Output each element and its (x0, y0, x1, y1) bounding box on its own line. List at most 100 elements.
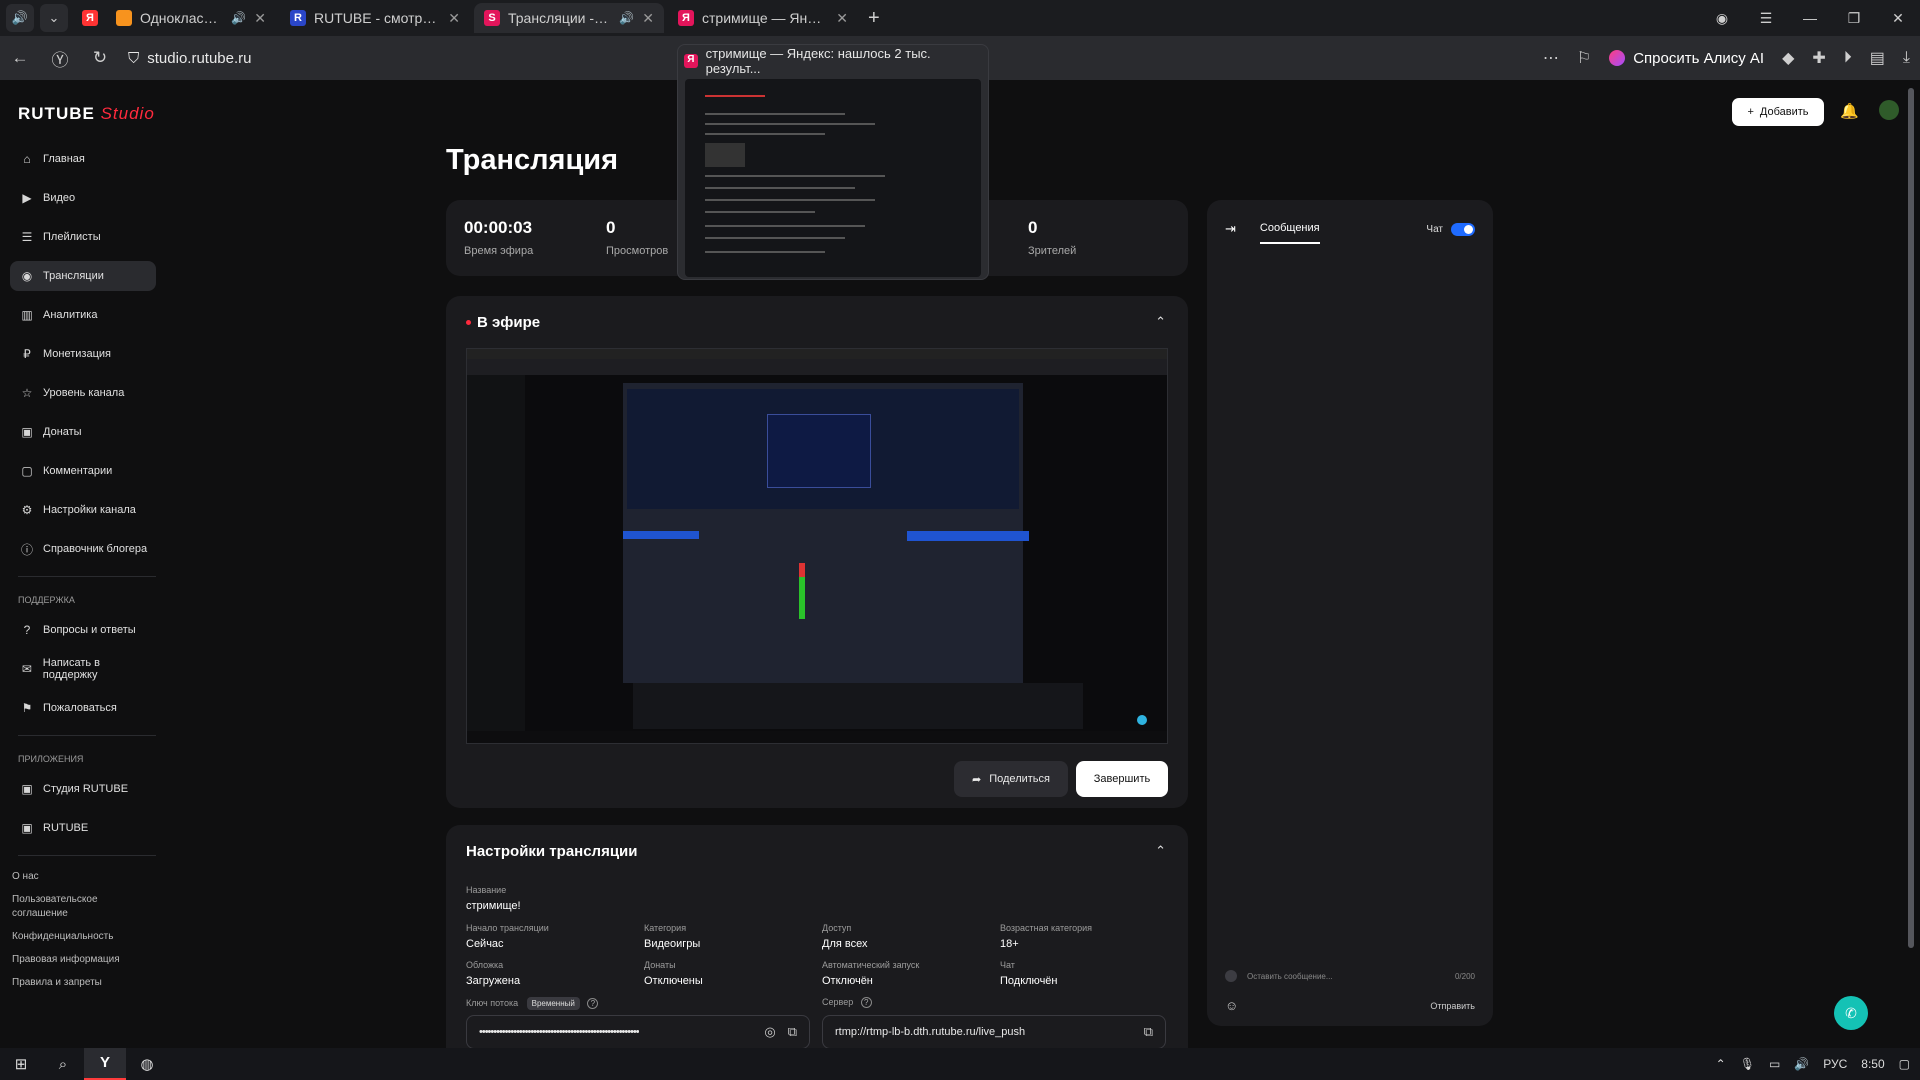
media-icon[interactable]: ⏵ (1844, 49, 1852, 67)
collapse-live-icon[interactable]: ⌃ (1155, 314, 1166, 330)
sidebar-item[interactable]: ⓘ Справочник блогера (10, 534, 156, 564)
support-chat-button[interactable]: ✆ (1834, 996, 1868, 1030)
new-tab-button[interactable]: + (868, 7, 880, 30)
field-label: Чат (1000, 960, 1015, 970)
tray-chevron-icon[interactable]: ⌃ (1716, 1057, 1726, 1071)
download-icon[interactable]: ⤓ (1903, 49, 1910, 67)
more-icon[interactable]: ⋯ (1543, 48, 1559, 68)
search-icon[interactable]: ⌕ (42, 1056, 84, 1073)
bookmark-icon[interactable]: ⚐ (1577, 48, 1591, 68)
add-button[interactable]: + Добавить (1732, 98, 1824, 126)
minimize-icon[interactable]: — (1788, 10, 1832, 26)
browser-menu-icon[interactable]: ☰ (1744, 10, 1788, 27)
sidebar-item[interactable]: ▣ Донаты (10, 417, 156, 447)
stream-key-field[interactable]: ••••••••••••••••••••••••••••••••••••••••… (466, 1015, 810, 1049)
question-icon: ? (23, 623, 31, 637)
browser-tab[interactable]: Одноклассники 🔊 ✕ (106, 3, 276, 33)
tab-sound-icon[interactable]: 🔊 (619, 11, 634, 25)
sidebar-item[interactable]: ◉ Трансляции (10, 261, 156, 291)
collections-icon[interactable]: ▤ (1870, 48, 1885, 68)
rutube-studio-logo[interactable]: RUTUBE Studio (18, 104, 155, 124)
sidebar-item[interactable]: ▥ Аналитика (10, 300, 156, 330)
chat-message-input[interactable]: Оставить сообщение... 0/200 (1225, 970, 1475, 982)
yandex-icon[interactable]: Ⓨ (40, 46, 80, 71)
end-stream-button[interactable]: Завершить (1076, 761, 1168, 797)
support-item[interactable]: ? Вопросы и ответы (10, 615, 156, 645)
field-donates: Донаты Отключены (644, 960, 703, 987)
close-tab-icon[interactable]: ✕ (254, 10, 266, 27)
footer-link[interactable]: Правовая информация (12, 953, 156, 967)
url-field[interactable]: ⛉ studio.rutube.ru (128, 50, 252, 67)
tab-audio-icon[interactable]: 🔊 (6, 4, 34, 32)
clock[interactable]: 8:50 (1861, 1057, 1884, 1071)
bell-icon[interactable]: 🔔 (1840, 102, 1859, 120)
browser-tab[interactable]: Ястримище — Яндекс: ✕ (668, 3, 858, 33)
volume-icon[interactable]: 🔊 (1794, 1057, 1809, 1071)
support-item[interactable]: ⚑ Пожаловаться (10, 693, 156, 723)
chat-toggle[interactable]: Чат (1426, 222, 1475, 236)
start-icon[interactable]: ⊞ (0, 1055, 42, 1073)
copy-icon[interactable]: ⧉ (788, 1024, 797, 1040)
emoji-icon[interactable]: ☺ (1225, 998, 1238, 1013)
apps-item-label: RUTUBE (43, 822, 89, 834)
send-button[interactable]: Отправить (1430, 1001, 1475, 1011)
notifications-icon[interactable]: ▢ (1899, 1057, 1910, 1071)
yandex-favicon-icon: Я (684, 54, 698, 68)
sidebar-item[interactable]: ☆ Уровень канала (10, 378, 156, 408)
sidebar-item-label: Справочник блогера (43, 543, 148, 555)
copy-icon[interactable]: ⧉ (1144, 1024, 1153, 1040)
close-tab-icon[interactable]: ✕ (836, 10, 848, 27)
footer-link[interactable]: О нас (12, 870, 156, 884)
puzzle-icon[interactable]: ✚ (1812, 48, 1825, 68)
stream-settings-card: Настройки трансляции ⌃ Название стримище… (446, 825, 1188, 1065)
collapse-settings-icon[interactable]: ⌃ (1155, 843, 1166, 859)
microphone-icon[interactable]: 🎙 (1740, 1057, 1755, 1071)
support-item[interactable]: ✉ Написать в поддержку (10, 654, 156, 684)
sidebar-item[interactable]: ⚙ Настройки канала (10, 495, 156, 525)
stream-preview[interactable] (466, 348, 1168, 744)
browser-tab[interactable]: R RUTUBE - смотрите виде ✕ (280, 3, 470, 33)
browser-tab[interactable]: Я (72, 3, 102, 33)
apps-item[interactable]: ▣ RUTUBE (10, 813, 156, 843)
footer-link[interactable]: Правила и запреты (12, 976, 156, 990)
chat-switch[interactable] (1451, 222, 1475, 236)
obs-icon[interactable]: ◍ (126, 1055, 168, 1073)
footer-link[interactable]: Конфиденциальность (12, 930, 156, 944)
sidebar-item[interactable]: ▢ Комментарии (10, 456, 156, 486)
close-tab-icon[interactable]: ✕ (448, 10, 460, 27)
eye-icon[interactable]: ◎ (764, 1024, 775, 1040)
live-title: В эфире (477, 314, 541, 331)
help-icon[interactable]: ? (860, 997, 872, 1008)
share-button[interactable]: ➦ Поделиться (954, 761, 1068, 797)
close-tab-icon[interactable]: ✕ (642, 10, 654, 27)
sidebar-item[interactable]: ☰ Плейлисты (10, 222, 156, 252)
apps-item[interactable]: ▣ Студия RUTUBE (10, 774, 156, 804)
page-scrollbar[interactable] (1908, 88, 1914, 948)
avatar[interactable] (1879, 100, 1899, 120)
help-icon[interactable]: ? (587, 998, 599, 1009)
tab-messages[interactable]: Сообщения (1259, 222, 1320, 244)
tab-title: Трансляции - Студ (508, 10, 611, 26)
reload-icon[interactable]: ↻ (80, 48, 120, 68)
scrollbar-thumb[interactable] (1908, 88, 1914, 948)
sidebar-item[interactable]: ₽ Монетизация (10, 339, 156, 369)
sidebar-item[interactable]: ▶ Видео (10, 183, 156, 213)
field-value: Загружена (466, 975, 521, 987)
tabs-menu-icon[interactable]: ⌄ (40, 4, 68, 32)
yandex-browser-icon[interactable]: Y (84, 1048, 126, 1080)
back-icon[interactable]: ← (0, 48, 40, 68)
profile-icon[interactable]: ◉ (1700, 10, 1744, 27)
video-player-controls[interactable] (467, 731, 1167, 743)
sidebar-item[interactable]: ⌂ Главная (10, 144, 156, 174)
footer-link[interactable]: Пользовательское соглашение (12, 893, 156, 921)
server-field[interactable]: rtmp://rtmp-lb-b.dth.rutube.ru/live_push… (822, 1015, 1166, 1049)
tab-sound-icon[interactable]: 🔊 (231, 11, 246, 25)
language-indicator[interactable]: РУС (1823, 1057, 1847, 1071)
close-window-icon[interactable]: ✕ (1876, 10, 1920, 27)
restore-icon[interactable]: ❐ (1832, 10, 1876, 27)
extension-icon[interactable]: ◆ (1782, 48, 1794, 68)
ask-alice-button[interactable]: Спросить Алису AI (1609, 50, 1764, 67)
collapse-chat-icon[interactable]: ⇥ (1225, 221, 1236, 237)
network-icon[interactable]: ▭ (1769, 1057, 1780, 1071)
browser-tab[interactable]: S Трансляции - Студ 🔊 ✕ (474, 3, 664, 33)
